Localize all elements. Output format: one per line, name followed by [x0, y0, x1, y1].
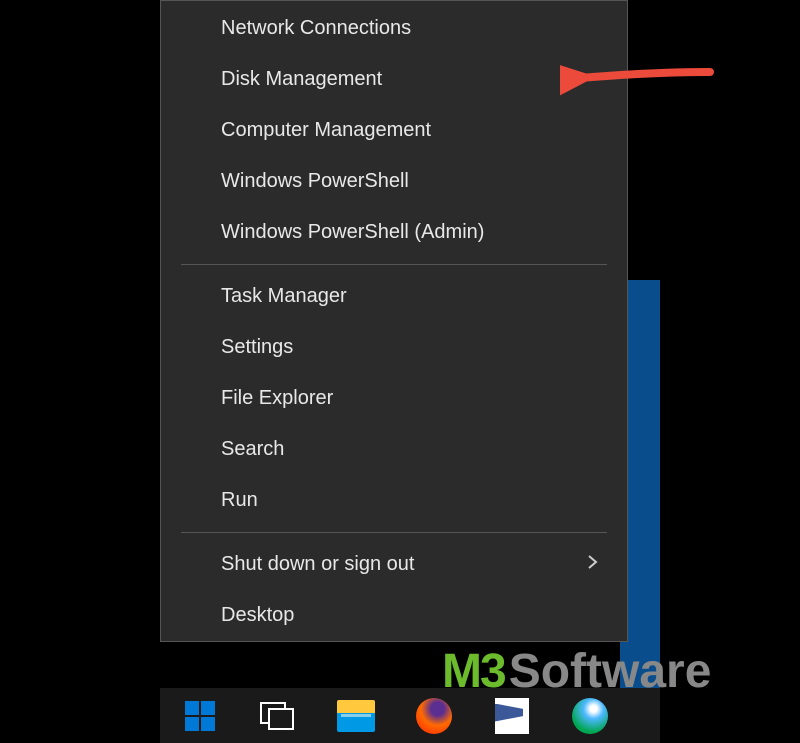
menu-item-label: Computer Management [221, 119, 431, 142]
menu-item-run[interactable]: Run [161, 475, 627, 526]
menu-item-powershell-admin[interactable]: Windows PowerShell (Admin) [161, 207, 627, 258]
windows-logo-icon [185, 701, 215, 731]
taskbar-file-explorer[interactable] [326, 692, 386, 740]
menu-divider [181, 532, 607, 533]
menu-item-desktop[interactable]: Desktop [161, 590, 627, 641]
taskbar-sync-app[interactable] [560, 692, 620, 740]
menu-item-label: Desktop [221, 604, 294, 627]
menu-item-file-explorer[interactable]: File Explorer [161, 373, 627, 424]
menu-item-label: Shut down or sign out [221, 553, 414, 576]
task-view-icon [259, 701, 297, 731]
firefox-icon [416, 698, 452, 734]
taskbar-firefox[interactable] [404, 692, 464, 740]
menu-item-label: Settings [221, 336, 293, 359]
menu-item-powershell[interactable]: Windows PowerShell [161, 156, 627, 207]
menu-item-computer-management[interactable]: Computer Management [161, 105, 627, 156]
menu-item-label: Network Connections [221, 17, 411, 40]
menu-item-settings[interactable]: Settings [161, 322, 627, 373]
menu-item-label: Run [221, 489, 258, 512]
chevron-right-icon [587, 554, 599, 575]
desktop: Network Connections Disk Management Comp… [160, 0, 660, 743]
document-icon [495, 698, 529, 734]
menu-item-label: Windows PowerShell (Admin) [221, 221, 484, 244]
menu-item-label: Disk Management [221, 68, 382, 91]
winx-context-menu: Network Connections Disk Management Comp… [160, 0, 628, 642]
menu-item-label: File Explorer [221, 387, 333, 410]
sync-icon [572, 698, 608, 734]
file-explorer-icon [337, 700, 375, 732]
menu-item-label: Search [221, 438, 284, 461]
menu-item-label: Windows PowerShell [221, 170, 409, 193]
menu-item-disk-management[interactable]: Disk Management [161, 54, 627, 105]
menu-item-search[interactable]: Search [161, 424, 627, 475]
menu-item-shutdown[interactable]: Shut down or sign out [161, 539, 627, 590]
menu-divider [181, 264, 607, 265]
menu-item-task-manager[interactable]: Task Manager [161, 271, 627, 322]
task-view-button[interactable] [248, 692, 308, 740]
taskbar-document-app[interactable] [482, 692, 542, 740]
menu-item-network-connections[interactable]: Network Connections [161, 3, 627, 54]
menu-item-label: Task Manager [221, 285, 347, 308]
start-button[interactable] [170, 692, 230, 740]
taskbar [160, 688, 660, 743]
